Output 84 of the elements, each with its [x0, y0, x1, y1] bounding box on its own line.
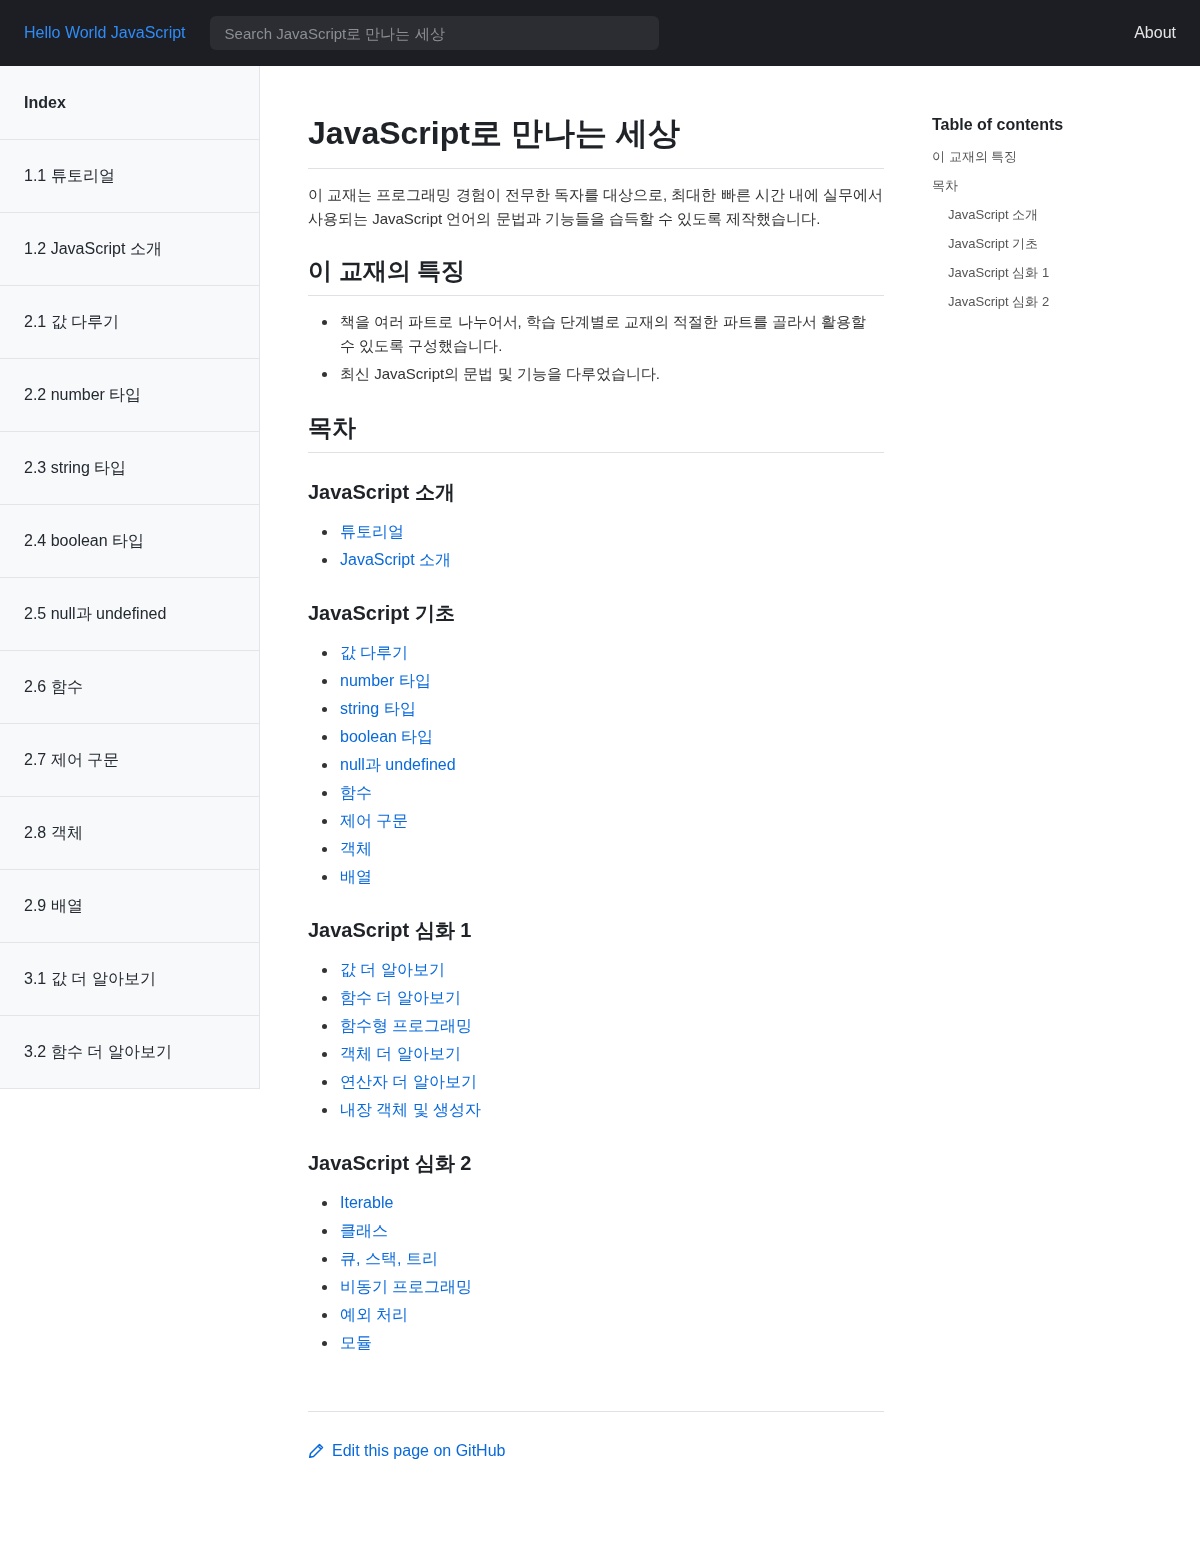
bullet-icon: [322, 1052, 327, 1057]
bullet-icon: [322, 847, 327, 852]
chapter-link[interactable]: string 타입: [340, 697, 416, 721]
chapter-link[interactable]: 큐, 스택, 트리: [340, 1247, 438, 1271]
toc-link[interactable]: JavaScript 기초: [948, 235, 1039, 252]
sidebar-item[interactable]: 2.8 객체: [0, 797, 259, 870]
bullet-icon: [322, 530, 327, 535]
toc-title: Table of contents: [932, 116, 1064, 134]
section-heading: 이 교재의 특징: [308, 255, 884, 296]
bullet-item: 책을 여러 파트로 나누어서, 학습 단계별로 교재의 적절한 파트를 골라서 활용할 수 있도록 구성했습니다.: [340, 312, 867, 356]
chapter-link[interactable]: 제어 구문: [340, 809, 409, 833]
sidebar-heading: Index: [0, 66, 259, 140]
bullet-icon: [322, 1341, 327, 1346]
chapter-link[interactable]: 모듈: [340, 1331, 372, 1355]
bullet-icon: [322, 1313, 327, 1318]
sidebar-item[interactable]: 2.4 boolean 타입: [0, 505, 259, 578]
sidebar-item[interactable]: 2.2 number 타입: [0, 359, 259, 432]
sidebar-item[interactable]: 2.6 함수: [0, 651, 259, 724]
pencil-icon: [308, 1443, 324, 1459]
bullet-icon: [322, 1229, 327, 1234]
chapter-link[interactable]: 연산자 더 알아보기: [340, 1070, 477, 1094]
chapter-link[interactable]: 객체: [340, 837, 372, 861]
chapter-link[interactable]: Iterable: [340, 1191, 394, 1215]
bullet-icon: [322, 320, 327, 325]
chapter-link[interactable]: 내장 객체 및 생성자: [340, 1098, 482, 1122]
edit-page-link[interactable]: Edit this page on GitHub: [308, 1442, 506, 1460]
chapter-link[interactable]: 클래스: [340, 1219, 388, 1243]
chapter-link[interactable]: null과 undefined: [340, 753, 456, 777]
sidebar-item[interactable]: 2.7 제어 구문: [0, 724, 259, 797]
chapter-link[interactable]: 함수 더 알아보기: [340, 986, 461, 1010]
toc-link[interactable]: 목차: [932, 177, 958, 194]
bullet-icon: [322, 735, 327, 740]
subsection-heading: JavaScript 기초: [308, 601, 456, 626]
sidebar-item[interactable]: 2.1 값 다루기: [0, 286, 259, 359]
sidebar-item[interactable]: 2.9 배열: [0, 870, 259, 943]
bullet-icon: [322, 1108, 327, 1113]
sidebar-item[interactable]: 2.5 null과 undefined: [0, 578, 259, 651]
bullet-icon: [322, 707, 327, 712]
site-title-link[interactable]: Hello World JavaScript: [24, 24, 186, 42]
subsection-heading: JavaScript 소개: [308, 480, 456, 505]
chapter-link[interactable]: 값 더 알아보기: [340, 958, 445, 982]
bullet-icon: [322, 558, 327, 563]
chapter-link[interactable]: 예외 처리: [340, 1303, 409, 1327]
chapter-link[interactable]: 튜토리얼: [340, 520, 404, 544]
sidebar-item[interactable]: 1.1 튜토리얼: [0, 140, 259, 213]
chapter-link[interactable]: number 타입: [340, 669, 431, 693]
bullet-item: 최신 JavaScript의 문법 및 기능을 다루었습니다.: [340, 364, 661, 384]
sidebar-item[interactable]: 3.2 함수 더 알아보기: [0, 1016, 259, 1089]
search-field[interactable]: Search JavaScript로 만나는 세상: [209, 16, 659, 50]
bullet-icon: [322, 791, 327, 796]
bullet-icon: [322, 679, 327, 684]
nav-link[interactable]: About: [1134, 24, 1176, 42]
intro-paragraph: 이 교재는 프로그래밍 경험이 전무한 독자를 대상으로, 최대한 빠른 시간 내에 실무에서 사용되는 JavaScript 언어의 문법과 기능들을 습득할 수 있도록 제작했습니다.: [308, 185, 884, 229]
bullet-icon: [322, 1201, 327, 1206]
chapter-link[interactable]: boolean 타입: [340, 725, 434, 749]
bullet-icon: [322, 819, 327, 824]
toc-link[interactable]: JavaScript 심화 1: [948, 264, 1050, 281]
subsection-heading: JavaScript 심화 1: [308, 918, 473, 943]
bullet-icon: [322, 1257, 327, 1262]
chapter-link[interactable]: 배열: [340, 865, 372, 889]
bullet-icon: [322, 1285, 327, 1290]
bullet-icon: [322, 763, 327, 768]
bullet-icon: [322, 651, 327, 656]
bullet-icon: [322, 968, 327, 973]
chapter-link[interactable]: 함수: [340, 781, 372, 805]
bullet-icon: [322, 996, 327, 1001]
toc-link[interactable]: 이 교재의 특징: [932, 148, 1018, 165]
page-title: JavaScript로 만나는 세상: [308, 112, 884, 169]
toc-link[interactable]: JavaScript 소개: [948, 206, 1039, 223]
bullet-icon: [322, 875, 327, 880]
bullet-icon: [322, 1024, 327, 1029]
sidebar-item[interactable]: 1.2 JavaScript 소개: [0, 213, 259, 286]
chapter-link[interactable]: JavaScript 소개: [340, 548, 452, 572]
chapter-link[interactable]: 값 다루기: [340, 641, 409, 665]
subsection-heading: JavaScript 심화 2: [308, 1151, 473, 1176]
sidebar-item[interactable]: 3.1 값 더 알아보기: [0, 943, 259, 1016]
chapter-link[interactable]: 비동기 프로그래밍: [340, 1275, 473, 1299]
chapter-link[interactable]: 함수형 프로그래밍: [340, 1014, 473, 1038]
bullet-icon: [322, 1080, 327, 1085]
section-heading: 목차: [308, 412, 884, 453]
toc-link[interactable]: JavaScript 심화 2: [948, 293, 1050, 310]
chapter-link[interactable]: 객체 더 알아보기: [340, 1042, 461, 1066]
bullet-icon: [322, 372, 327, 377]
sidebar-item[interactable]: 2.3 string 타입: [0, 432, 259, 505]
